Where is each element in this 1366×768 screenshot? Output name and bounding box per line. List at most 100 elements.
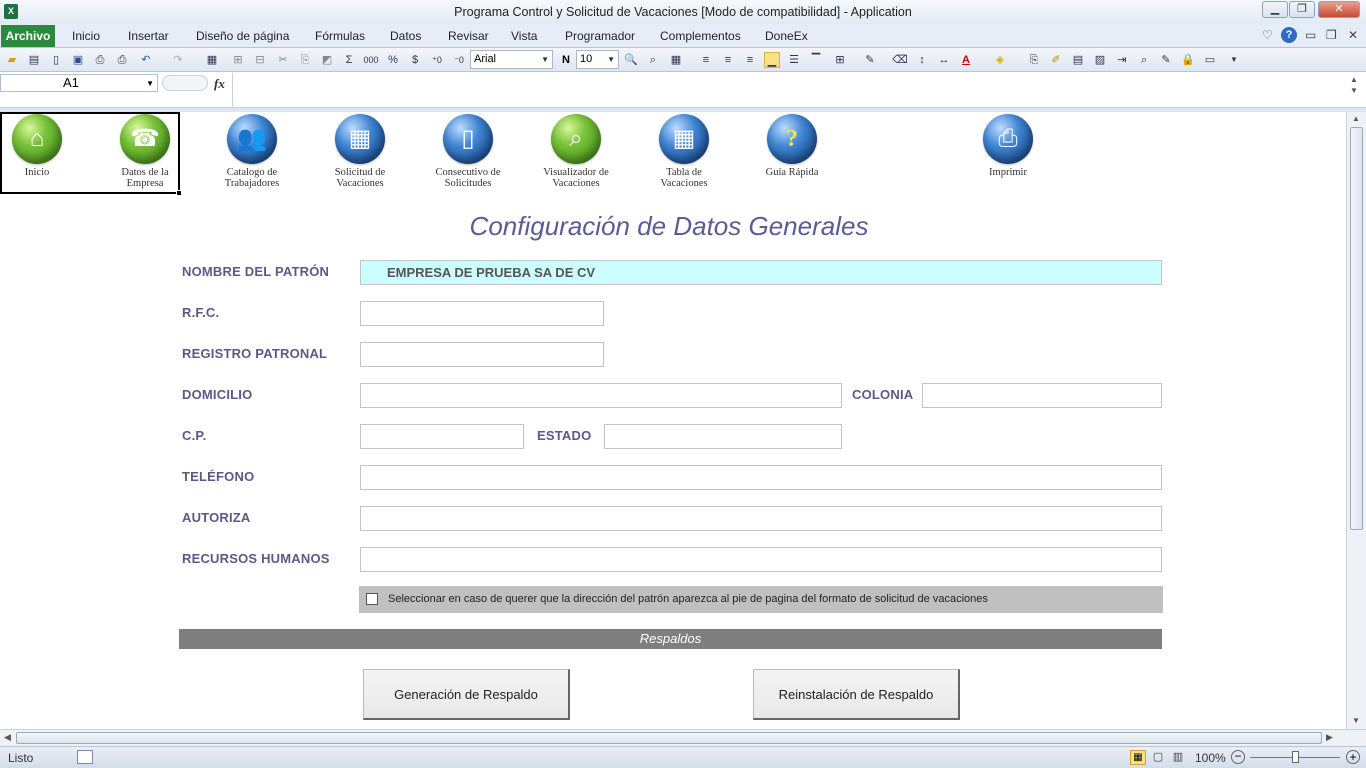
open-icon[interactable]: ▰	[4, 52, 20, 68]
window-icon[interactable]: ▭	[1202, 52, 1218, 68]
domicilio-field[interactable]	[360, 383, 842, 408]
scroll-down-icon[interactable]: ▼	[1352, 716, 1360, 725]
zoom-slider-thumb[interactable]	[1292, 751, 1299, 763]
doc-minimize-icon[interactable]: ▭	[1305, 28, 1316, 42]
insert-cells-icon[interactable]: ⊞	[230, 52, 246, 68]
paste-icon[interactable]: ▤	[26, 52, 42, 68]
colonia-field[interactable]	[922, 383, 1162, 408]
bold-icon[interactable]: N	[558, 52, 574, 68]
new-icon[interactable]: ▯	[48, 52, 64, 68]
restore-backup-button[interactable]: Reinstalación de Respaldo	[753, 669, 960, 720]
print-preview-icon[interactable]: ⎙	[114, 52, 130, 68]
horizontal-scroll-thumb[interactable]	[16, 732, 1322, 744]
percent-icon[interactable]: %	[385, 52, 401, 68]
nav-solicitud-button[interactable]: ▦ Solicitud de Vacaciones	[324, 112, 396, 189]
edit-icon[interactable]: ✎	[1158, 52, 1174, 68]
delete-cells-icon[interactable]: ⊟	[252, 52, 268, 68]
cut-icon[interactable]: ✂	[275, 52, 291, 68]
customize-toolbar-icon[interactable]: ▼	[1226, 52, 1242, 68]
thousands-icon[interactable]: 000	[363, 52, 379, 68]
scroll-up-icon[interactable]: ▲	[1352, 114, 1360, 123]
generate-backup-button[interactable]: Generación de Respaldo	[363, 669, 570, 720]
nav-guia-button[interactable]: ? Guía Rápida	[756, 112, 828, 178]
formula-resize-handle[interactable]	[162, 75, 208, 91]
tab-diseno-pagina[interactable]: Diseño de página	[196, 29, 289, 43]
sum-icon[interactable]: Σ	[341, 52, 357, 68]
name-box[interactable]: A1 ▼	[0, 74, 158, 92]
cell-borders-icon[interactable]: ⊞	[832, 52, 848, 68]
fill-handle[interactable]	[176, 190, 182, 196]
tab-inicio[interactable]: Inicio	[72, 29, 100, 43]
increase-decimal-icon[interactable]: ⁺0	[429, 52, 445, 68]
zoom-page-icon[interactable]: 🔍	[623, 52, 639, 68]
tab-archivo[interactable]: Archivo	[1, 25, 55, 47]
find-icon[interactable]: ⌕	[645, 52, 661, 68]
normal-view-icon[interactable]: ▦	[1130, 750, 1146, 765]
row-height-icon[interactable]: ↕	[914, 52, 930, 68]
form-icon[interactable]: ▤	[1070, 52, 1086, 68]
tab-programador[interactable]: Programador	[565, 29, 635, 43]
telefono-field[interactable]	[360, 465, 1162, 490]
zoom-out-icon[interactable]: −	[1231, 750, 1245, 764]
recursos-humanos-field[interactable]	[360, 547, 1162, 572]
tab-insertar[interactable]: Insertar	[128, 29, 169, 43]
macro-record-icon[interactable]	[77, 750, 93, 764]
column-width-icon[interactable]: ↔	[936, 52, 952, 68]
font-color-icon[interactable]: A	[958, 52, 974, 68]
nav-visualizador-button[interactable]: ⌕ Visualizador de Vacaciones	[540, 112, 612, 189]
indent-icon[interactable]: ⇥	[1114, 52, 1130, 68]
tab-revisar[interactable]: Revisar	[448, 29, 489, 43]
currency-icon[interactable]: $	[407, 52, 423, 68]
eraser-icon[interactable]: ⌫	[892, 52, 908, 68]
nav-imprimir-button[interactable]: ⎙ Imprimir	[972, 112, 1044, 178]
vertical-scroll-thumb[interactable]	[1350, 127, 1363, 530]
print-icon[interactable]: ⎙	[92, 52, 108, 68]
close-button[interactable]: ✕	[1318, 1, 1360, 18]
table-format-icon[interactable]: ▦	[204, 52, 220, 68]
redo-icon[interactable]: ↷	[170, 52, 186, 68]
nav-tabla-button[interactable]: ▦ Tabla de Vacaciones	[648, 112, 720, 189]
page-break-view-icon[interactable]: ▥	[1170, 750, 1186, 765]
align-center-icon[interactable]: ≡	[720, 52, 736, 68]
formula-input[interactable]	[232, 73, 1350, 107]
doc-restore-icon[interactable]: ❐	[1326, 28, 1337, 42]
estado-field[interactable]	[604, 424, 842, 449]
nav-consecutivo-button[interactable]: ▯ Consecutivo de Solicitudes	[432, 112, 504, 189]
vertical-scrollbar[interactable]: ▲ ▼	[1346, 112, 1366, 729]
tab-datos[interactable]: Datos	[390, 29, 421, 43]
line-color-icon[interactable]: ✎	[862, 52, 878, 68]
insert-function-icon[interactable]: fx	[214, 76, 225, 92]
image-icon[interactable]: ▨	[1092, 52, 1108, 68]
rfc-field[interactable]	[360, 301, 604, 326]
borders-icon[interactable]: ▦	[668, 52, 684, 68]
font-name-select[interactable]: Arial ▼	[470, 50, 553, 69]
zoom-in-icon[interactable]: +	[1346, 750, 1360, 764]
worksheet[interactable]: ⌂ Inicio ☎ Datos de la Empresa 👥 Catalog…	[0, 112, 1346, 729]
align-middle-icon[interactable]: ☰	[786, 52, 802, 68]
help-icon[interactable]: ?	[1281, 27, 1297, 43]
scroll-left-icon[interactable]: ◀	[4, 732, 11, 743]
minimize-button[interactable]: ▁	[1262, 1, 1288, 18]
tab-formulas[interactable]: Fórmulas	[315, 29, 365, 43]
align-top-icon[interactable]: ▔	[808, 52, 824, 68]
align-bottom-icon[interactable]: ▁	[764, 52, 780, 68]
address-footer-checkbox[interactable]	[366, 593, 378, 605]
horizontal-scrollbar[interactable]: ◀ ▶	[0, 729, 1366, 746]
align-right-icon[interactable]: ≡	[742, 52, 758, 68]
copy-format-icon[interactable]: ⎘	[1026, 52, 1042, 68]
nombre-field[interactable]: EMPRESA DE PRUEBA SA DE CV	[360, 260, 1162, 285]
copy-icon[interactable]: ⎘	[297, 52, 313, 68]
format-painter-icon[interactable]: ✐	[1048, 52, 1064, 68]
zoom-level[interactable]: 100%	[1195, 751, 1226, 765]
cp-field[interactable]	[360, 424, 524, 449]
decrease-decimal-icon[interactable]: ⁻0	[451, 52, 467, 68]
lock-icon[interactable]: 🔒	[1180, 52, 1196, 68]
save-icon[interactable]: ▣	[70, 52, 86, 68]
font-size-select[interactable]: 10 ▼	[576, 50, 619, 69]
tab-vista[interactable]: Vista	[511, 29, 537, 43]
search-icon[interactable]: ⌕	[1136, 52, 1152, 68]
nav-catalogo-button[interactable]: 👥 Catalogo de Trabajadores	[216, 112, 288, 189]
doc-close-icon[interactable]: ✕	[1348, 28, 1358, 42]
ribbon-minimize-icon[interactable]: ♡	[1262, 28, 1273, 42]
formula-expand-icon[interactable]: ▲ ▼	[1350, 74, 1358, 96]
